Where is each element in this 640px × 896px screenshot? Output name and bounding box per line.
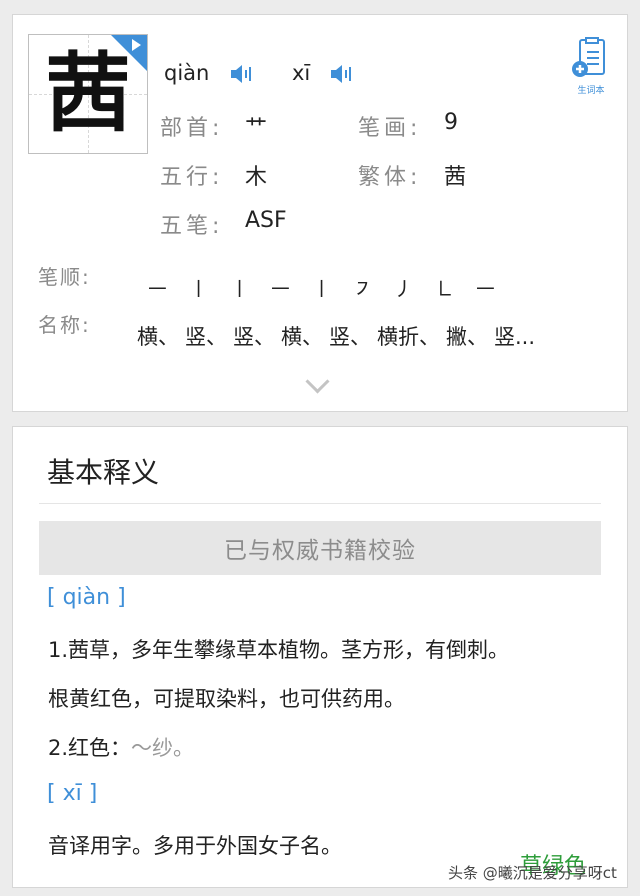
- stroke-name: 横、: [137, 325, 179, 349]
- wuxing-label: 五行:: [160, 165, 224, 190]
- reading-pinyin: [ qiàn ]: [47, 585, 126, 610]
- definition-line: 根黄红色，可提取染料，也可供药用。: [48, 687, 405, 711]
- definition-example: ～纱。: [131, 736, 195, 760]
- wuxing-value: 木: [245, 165, 268, 190]
- pinyin-xi: xī: [292, 61, 311, 85]
- notebook-add-icon: [572, 37, 605, 77]
- stroke-name: 竖、: [233, 325, 275, 349]
- vocab-label: 生词本: [577, 86, 605, 96]
- definition-text: 2.红色：: [48, 736, 132, 760]
- stroke-names-label: 名称:: [38, 313, 91, 337]
- definition-line: 1.茜草，多年生攀缘草本植物。茎方形，有倒刺。: [48, 638, 510, 662]
- traditional-label: 繁体:: [358, 165, 422, 190]
- section-title: 基本释义: [47, 456, 160, 489]
- wubi-label: 五笔:: [160, 214, 224, 239]
- pinyin-qian: qiàn: [164, 61, 210, 85]
- wubi-value: ASF: [245, 208, 287, 233]
- expand-chevron-icon[interactable]: [305, 369, 330, 394]
- stroke-order-label: 笔顺:: [38, 265, 91, 289]
- stroke-names-list: 横、 竖、 竖、 横、 竖、 横折、 撇、 竖...: [137, 321, 541, 351]
- definition-line: 音译用字。多用于外国女子名。: [48, 834, 342, 858]
- stroke-item: ㇑: [188, 277, 209, 301]
- stroke-name: 撇、: [446, 325, 488, 349]
- reading-pinyin: [ xī ]: [47, 781, 98, 806]
- add-to-vocabulary-button[interactable]: 生词本: [569, 37, 613, 96]
- basic-definition-card: 基本释义 已与权威书籍校验 [ qiàn ] 1.茜草，多年生攀缘草本植物。茎方…: [12, 426, 628, 888]
- stroke-animation-button[interactable]: [111, 35, 147, 71]
- stroke-name: 竖、: [185, 325, 227, 349]
- definition-line: 2.红色：～纱。: [48, 732, 194, 762]
- traditional-value: 茜: [444, 165, 467, 190]
- stroke-order-list: ㇐ ㇑ ㇑ ㇐ ㇑ ㇇ ㇓ ㇗ ㇐: [137, 273, 506, 302]
- speaker-icon[interactable]: [329, 63, 353, 85]
- stroke-item: ㇗: [434, 277, 455, 301]
- stroke-item: ㇓: [393, 277, 414, 301]
- stroke-item: ㇇: [352, 277, 373, 301]
- character-display[interactable]: 茜: [28, 34, 148, 154]
- strokes-label: 笔画:: [358, 116, 422, 141]
- divider: [39, 503, 601, 504]
- play-icon: [132, 39, 141, 51]
- character-card: 茜 qiàn xī 生词本 部首: 艹 笔画: 9 五行: 木 繁体: 茜 五笔…: [12, 14, 628, 412]
- speaker-icon[interactable]: [229, 63, 253, 85]
- verified-banner: 已与权威书籍校验: [39, 521, 601, 575]
- stroke-item: ㇑: [311, 277, 332, 301]
- stroke-item: ㇐: [270, 277, 291, 301]
- radical-value: 艹: [245, 116, 268, 141]
- stroke-item: ㇐: [475, 277, 496, 301]
- strokes-value: 9: [444, 110, 458, 135]
- watermark: 头条 @曦沉是爱分享呀ct: [448, 864, 617, 882]
- stroke-name: 竖、: [329, 325, 371, 349]
- stroke-name: 横、: [281, 325, 323, 349]
- stroke-item: ㇐: [147, 277, 168, 301]
- radical-label: 部首:: [160, 116, 224, 141]
- stroke-name: 竖...: [494, 325, 536, 349]
- stroke-name: 横折、: [377, 325, 440, 349]
- stroke-item: ㇑: [229, 277, 250, 301]
